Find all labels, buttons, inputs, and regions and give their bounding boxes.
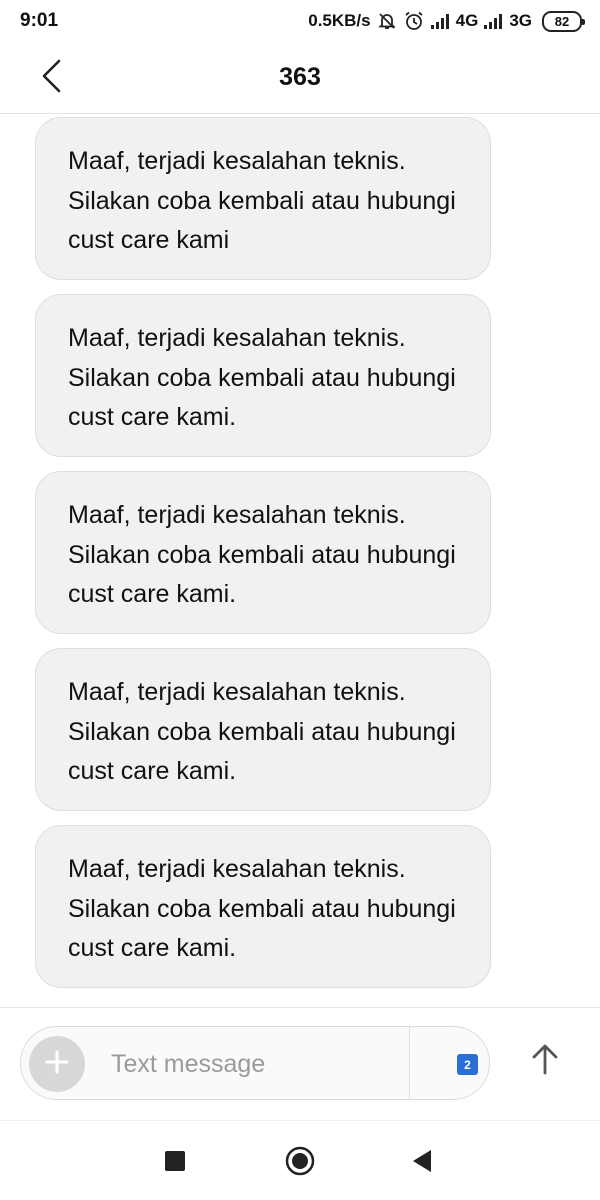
message-bubble[interactable]: Maaf, terjadi kesalahan teknis. Silakan … bbox=[35, 471, 491, 634]
plus-icon bbox=[44, 1049, 70, 1080]
back-triangle-icon bbox=[411, 1149, 433, 1178]
message-composer: 2 bbox=[20, 1026, 490, 1100]
system-nav-bar bbox=[0, 1121, 600, 1200]
mute-bell-icon bbox=[377, 11, 397, 31]
back-button[interactable] bbox=[30, 56, 74, 100]
network-type-1: 4G bbox=[455, 11, 479, 30]
signal-icon: 4G bbox=[430, 11, 479, 31]
status-indicators: 0.5KB/s 4G 3G 82 bbox=[308, 10, 585, 32]
status-time: 9:01 bbox=[20, 10, 59, 31]
message-bubble[interactable]: Maaf, terjadi kesalahan teknis. Silakan … bbox=[35, 294, 491, 457]
status-bar: 9:01 0.5KB/s 4G 3G 82 bbox=[0, 0, 600, 42]
conversation-title: 363 bbox=[279, 63, 321, 91]
alarm-icon bbox=[403, 10, 425, 32]
system-back-button[interactable] bbox=[402, 1143, 442, 1183]
arrow-up-icon bbox=[530, 1043, 560, 1080]
battery-icon: 82 bbox=[542, 10, 585, 32]
add-attachment-button[interactable] bbox=[29, 1036, 85, 1092]
message-bubble[interactable]: Maaf, terjadi kesalahan teknis. Silakan … bbox=[35, 648, 491, 811]
recents-square-icon bbox=[164, 1150, 186, 1177]
composer-divider bbox=[0, 1007, 600, 1008]
signal-icon: 3G bbox=[484, 11, 532, 31]
battery-level: 82 bbox=[554, 13, 570, 29]
message-bubble[interactable]: Maaf, terjadi kesalahan teknis. Silakan … bbox=[35, 117, 491, 280]
network-type-2: 3G bbox=[509, 11, 532, 30]
message-bubble[interactable]: Maaf, terjadi kesalahan teknis. Silakan … bbox=[35, 825, 491, 988]
sim-divider bbox=[409, 1027, 410, 1099]
chevron-left-icon bbox=[40, 59, 64, 98]
recents-button[interactable] bbox=[155, 1143, 195, 1183]
send-button[interactable] bbox=[522, 1038, 568, 1084]
sim-label: 2 bbox=[464, 1057, 471, 1072]
conversation-header: 363 bbox=[0, 42, 600, 114]
home-circle-icon bbox=[284, 1145, 316, 1182]
message-input[interactable] bbox=[111, 1037, 411, 1091]
message-list[interactable]: Maaf, terjadi kesalahan teknis. Silakan … bbox=[0, 114, 600, 1007]
sim-select-button[interactable]: 2 bbox=[457, 1054, 478, 1075]
home-button[interactable] bbox=[280, 1143, 320, 1183]
network-speed: 0.5KB/s bbox=[308, 11, 371, 30]
